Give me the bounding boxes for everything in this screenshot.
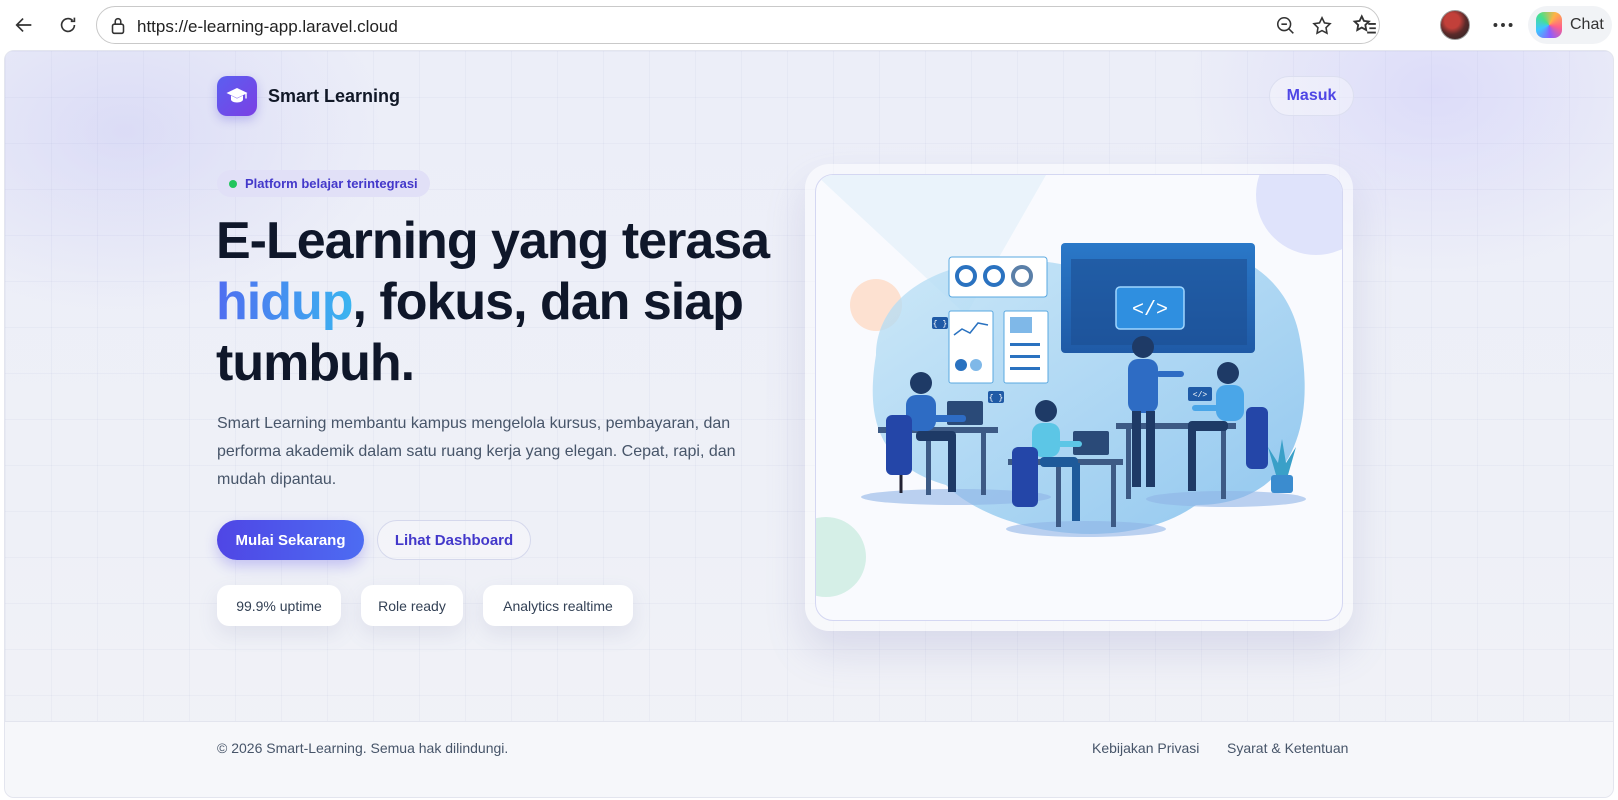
copyright-text: © 2026 Smart-Learning. Semua hak dilindu…: [217, 740, 509, 756]
hero-illustration-card: </> { } { } </>: [805, 164, 1353, 631]
zoom-out-icon[interactable]: [1275, 15, 1297, 37]
stat-chip-analytics: Analytics realtime: [483, 585, 633, 626]
code-symbol-icon: </>: [1132, 299, 1168, 322]
copilot-chat-button[interactable]: Chat: [1528, 6, 1612, 44]
url-text[interactable]: https://e-learning-app.laravel.cloud: [137, 17, 398, 37]
address-bar[interactable]: https://e-learning-app.laravel.cloud: [96, 6, 1380, 44]
brand-name[interactable]: Smart Learning: [268, 86, 400, 107]
back-arrow-icon[interactable]: [8, 9, 40, 41]
decor-circle-bottom: [816, 517, 866, 597]
stat-chip-uptime: 99.9% uptime: [217, 585, 341, 626]
login-button[interactable]: Masuk: [1269, 76, 1354, 116]
more-options-icon[interactable]: [1490, 12, 1516, 38]
brand-logo[interactable]: [217, 76, 257, 116]
profile-avatar[interactable]: [1440, 10, 1470, 40]
get-started-button[interactable]: Mulai Sekarang: [217, 520, 364, 560]
brace-tag-left: { }: [933, 320, 947, 329]
brace-tag-middle: { }: [989, 394, 1003, 403]
hero-title-accent: hidup: [216, 273, 354, 331]
hero-illustration: </> { } { } </>: [815, 174, 1343, 621]
chat-label: Chat: [1570, 16, 1604, 33]
reload-icon[interactable]: [52, 9, 84, 41]
hero-title-part1: E-Learning yang terasa: [216, 212, 770, 270]
favorites-list-icon[interactable]: [1352, 12, 1378, 38]
badge-label: Platform belajar terintegrasi: [245, 176, 418, 191]
copilot-icon: [1536, 12, 1562, 38]
code-tag-right: </>: [1193, 391, 1208, 400]
stat-chip-role: Role ready: [361, 585, 463, 626]
footer: © 2026 Smart-Learning. Semua hak dilindu…: [5, 721, 1613, 797]
favorite-star-icon[interactable]: [1311, 15, 1333, 37]
terms-link[interactable]: Syarat & Ketentuan: [1227, 740, 1348, 756]
team-coding-illustration: </> { } { } </>: [816, 175, 1342, 597]
view-dashboard-button[interactable]: Lihat Dashboard: [377, 520, 531, 560]
browser-toolbar: https://e-learning-app.laravel.cloud Cha…: [0, 0, 1618, 50]
landing-page: Smart Learning Masuk Platform belajar te…: [4, 50, 1614, 798]
status-badge: Platform belajar terintegrasi: [217, 170, 430, 197]
chart-panel: [948, 310, 994, 384]
privacy-policy-link[interactable]: Kebijakan Privasi: [1092, 740, 1199, 756]
graduation-cap-icon: [226, 88, 248, 103]
status-dot: [229, 179, 237, 188]
hero-description: Smart Learning membantu kampus mengelola…: [217, 415, 736, 488]
hero-title: E-Learning yang terasa hidup, fokus, dan …: [216, 211, 776, 394]
site-info-icon[interactable]: [107, 15, 129, 37]
decor-circle-top: [1256, 175, 1342, 255]
